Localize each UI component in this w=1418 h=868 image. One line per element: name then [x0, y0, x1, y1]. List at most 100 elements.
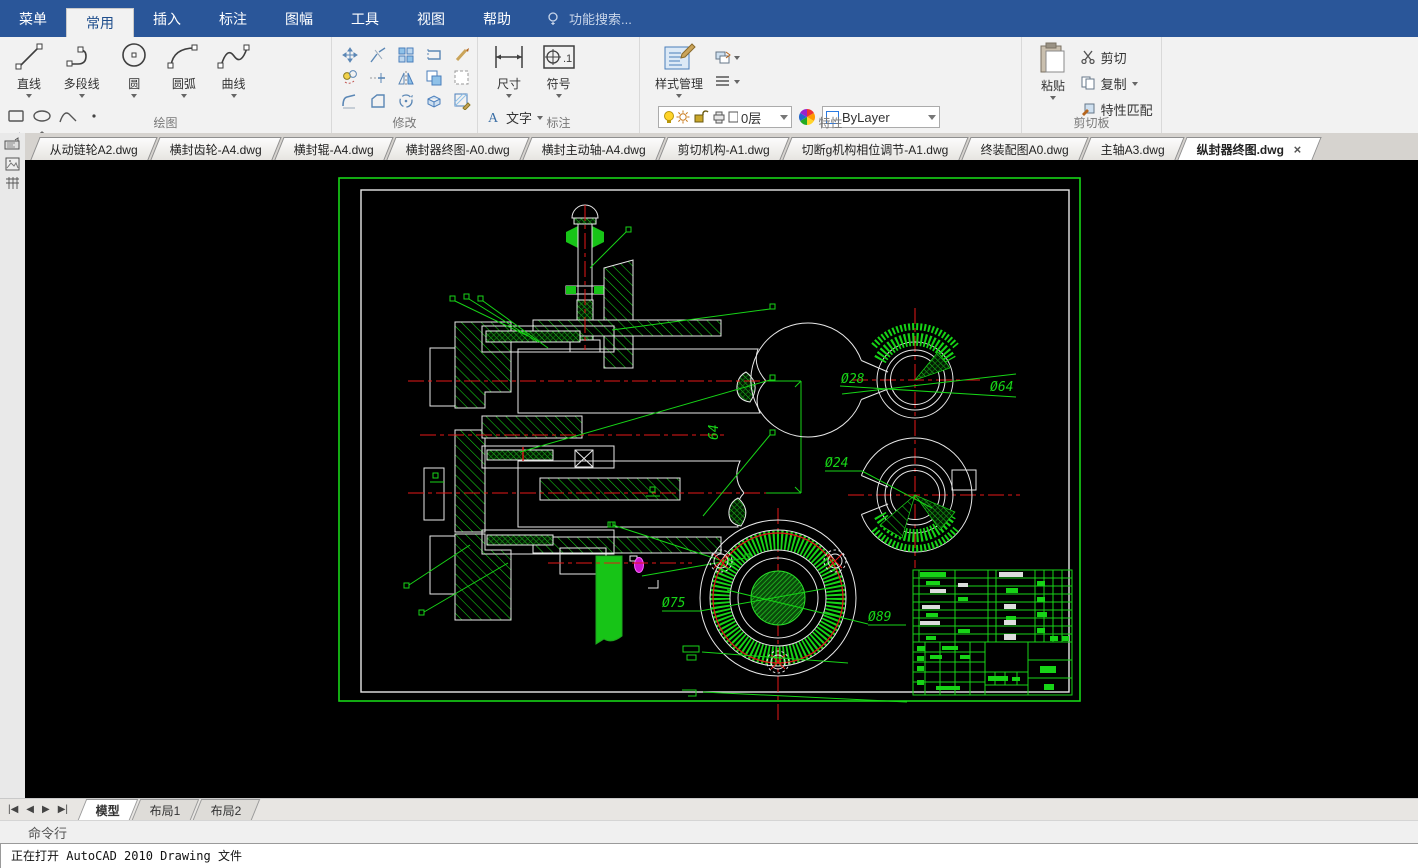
clipboard-small-tools: 剪切 复制 特性匹配: [1080, 46, 1153, 120]
erase-icon[interactable]: [452, 45, 472, 65]
feature-search[interactable]: 功能搜索...: [544, 0, 632, 37]
menu-tab-annotate[interactable]: 标注: [200, 0, 266, 37]
drawing-canvas[interactable]: 64 Ø28 Ø64 Ø24 Ø75 Ø89: [25, 160, 1418, 798]
circle-dim-leaders: [825, 373, 1017, 509]
rotate-icon[interactable]: [396, 91, 416, 111]
menu-item-label: 视图: [417, 10, 445, 27]
mirror-icon[interactable]: [396, 68, 416, 88]
cut-button[interactable]: 剪切: [1080, 46, 1153, 68]
explode-icon[interactable]: [424, 91, 444, 111]
command-line-header[interactable]: 命令行: [0, 820, 1418, 843]
ribbon-group-properties: 样式管理 0层 ByLayer 特性: [640, 37, 1022, 159]
model-tab[interactable]: 模型: [77, 799, 139, 820]
menu-tab-help[interactable]: 帮助: [464, 0, 530, 37]
symbol-label: 符号: [546, 77, 571, 91]
style-manager-button[interactable]: 样式管理: [648, 37, 710, 98]
dropdown-arrow-icon[interactable]: [78, 94, 85, 98]
next-layout-icon[interactable]: ▶: [42, 804, 50, 815]
fillet-icon[interactable]: [340, 91, 360, 111]
stretch-icon[interactable]: [424, 45, 444, 65]
ribbon-spacer: [1162, 37, 1418, 133]
menu-item-menu[interactable]: 菜单: [0, 0, 66, 37]
doc-tab[interactable]: 终装配图A0.dwg: [961, 137, 1089, 160]
symbol-icon: .1: [542, 45, 575, 69]
dimension-button[interactable]: 尺寸: [486, 37, 532, 98]
extend-icon[interactable]: [368, 68, 388, 88]
doc-tab[interactable]: 主轴A3.dwg: [1081, 137, 1185, 160]
menu-bar: 菜单 常用 插入 标注 图幅 工具 视图 帮助 功能搜索...: [0, 0, 1418, 37]
command-history-panel[interactable]: 正在打开 AutoCAD 2010 Drawing 文件: [0, 843, 1418, 868]
paste-button[interactable]: 粘贴: [1030, 37, 1076, 100]
doc-tab[interactable]: 切断g机构相位调节-A1.dwg: [782, 137, 969, 160]
layout1-tab[interactable]: 布局1: [131, 799, 199, 820]
boundary-icon[interactable]: [452, 68, 472, 88]
layout2-tab[interactable]: 布局2: [192, 799, 260, 820]
circle-button[interactable]: 圆: [111, 37, 157, 98]
hatch-edit-icon[interactable]: [452, 91, 472, 111]
menu-tab-sheet[interactable]: 图幅: [266, 0, 332, 37]
last-layout-icon[interactable]: ▶|: [58, 804, 68, 815]
line-label: 直线: [16, 77, 41, 91]
doc-tab[interactable]: 剪切机构-A1.dwg: [658, 137, 790, 160]
layer-translate-button[interactable]: [714, 49, 740, 65]
document-tab-bar: 从动链轮A2.dwg 横封齿轮-A4.dwg 横封辊-A4.dwg 横封器终图-…: [25, 133, 1418, 160]
copy-icon: [1081, 76, 1095, 90]
dropdown-arrow-icon[interactable]: [506, 94, 512, 98]
move-icon[interactable]: [340, 45, 360, 65]
dropdown-arrow-icon[interactable]: [555, 94, 562, 98]
dropdown-arrow-icon[interactable]: [230, 94, 237, 98]
dimension-64: [766, 380, 802, 494]
dimension-icon: [495, 46, 523, 68]
command-history-text: 正在打开 AutoCAD 2010 Drawing 文件: [0, 844, 1418, 868]
linetype-list-icon: [715, 76, 729, 86]
cut-icon: [1080, 50, 1095, 64]
copy-button[interactable]: 复制: [1080, 72, 1153, 94]
dropdown-arrow-icon[interactable]: [1050, 96, 1056, 100]
polyline-button[interactable]: 多段线: [56, 37, 108, 98]
doc-tab[interactable]: 横封齿轮-A4.dwg: [150, 137, 282, 160]
arc-icon: [167, 44, 198, 69]
left-tool-strip: [0, 133, 25, 798]
dropdown-arrow-icon[interactable]: [180, 94, 187, 98]
menu-item-label: 帮助: [483, 10, 511, 27]
dropdown-arrow-icon[interactable]: [676, 94, 682, 98]
break-icon[interactable]: [368, 45, 388, 65]
overlap-icon[interactable]: [424, 68, 444, 88]
close-tab-icon[interactable]: ×: [1294, 142, 1302, 157]
array-icon[interactable]: [396, 45, 416, 65]
first-layout-icon[interactable]: |◀: [8, 804, 18, 815]
menu-tab-home[interactable]: 常用: [66, 8, 134, 37]
symbol-button[interactable]: .1 符号: [536, 37, 582, 98]
modify-group-label: 修改: [392, 116, 417, 130]
dropdown-arrow-icon[interactable]: [733, 56, 740, 60]
modify-tools: [340, 45, 474, 111]
chamfer-icon[interactable]: [368, 91, 388, 111]
copy-object-icon[interactable]: [340, 68, 360, 88]
menu-item-label: 工具: [351, 10, 379, 27]
line-button[interactable]: 直线: [6, 37, 52, 98]
doc-tab[interactable]: 横封主动轴-A4.dwg: [522, 137, 666, 160]
arc-button[interactable]: 圆弧: [161, 37, 207, 98]
image-tool-icon[interactable]: [4, 156, 22, 172]
dropdown-arrow-icon[interactable]: [26, 94, 32, 98]
dropdown-arrow-icon[interactable]: [733, 80, 740, 84]
viewport-tool-icon[interactable]: [4, 137, 22, 153]
style-manager-icon: [664, 43, 696, 70]
spline-button[interactable]: 曲线: [211, 37, 257, 98]
menu-tab-view[interactable]: 视图: [398, 0, 464, 37]
prev-layout-icon[interactable]: ◀: [26, 804, 34, 815]
doc-tab[interactable]: 从动链轮A2.dwg: [30, 137, 158, 160]
ribbon-group-clipboard: 粘贴 剪切 复制 特性匹配 剪切板: [1022, 37, 1162, 133]
annotate-group-label: 标注: [546, 116, 571, 130]
menu-tab-tools[interactable]: 工具: [332, 0, 398, 37]
dim-label-d28: Ø28: [841, 372, 865, 387]
menu-tab-insert[interactable]: 插入: [134, 0, 200, 37]
grid-tool-icon[interactable]: [4, 175, 22, 191]
dropdown-arrow-icon[interactable]: [1131, 82, 1138, 86]
doc-tab[interactable]: 横封辊-A4.dwg: [274, 137, 394, 160]
spline-label: 曲线: [221, 77, 246, 91]
doc-tab[interactable]: 横封器终图-A0.dwg: [386, 137, 530, 160]
dropdown-arrow-icon[interactable]: [131, 94, 138, 98]
linetype-list-button[interactable]: [714, 75, 740, 87]
doc-tab-active[interactable]: 纵封器终图.dwg ×: [1177, 137, 1322, 160]
